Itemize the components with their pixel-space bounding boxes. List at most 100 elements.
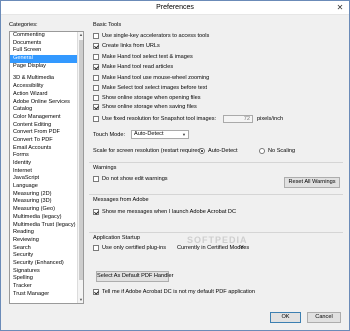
basic-tool-checkbox[interactable] bbox=[93, 85, 99, 91]
category-item[interactable]: Search bbox=[10, 245, 83, 253]
category-item[interactable]: Color Management bbox=[10, 114, 83, 122]
adobe-messages-checkbox[interactable] bbox=[93, 209, 99, 215]
certified-mode-label: Currently in Certified Mode: bbox=[177, 245, 246, 251]
edit-warnings-option[interactable]: Do not show edit warnings bbox=[93, 175, 168, 183]
basic-tool-option[interactable]: Make Select tool select images before te… bbox=[93, 84, 207, 92]
default-app-notice-option[interactable]: Tell me if Adobe Acrobat DC is not my de… bbox=[93, 288, 255, 296]
basic-tool-label: Make Select tool select images before te… bbox=[102, 85, 208, 91]
category-item[interactable]: Internet bbox=[10, 168, 83, 176]
snapshot-unit-label: pixels/inch bbox=[257, 116, 284, 122]
warnings-divider bbox=[89, 162, 343, 163]
category-item[interactable]: Measuring (2D) bbox=[10, 191, 83, 199]
preferences-window: Preferences ✕ Categories: Commenting Docu… bbox=[0, 0, 350, 331]
basic-tool-option[interactable]: Make Hand tool use mouse-wheel zooming bbox=[93, 74, 209, 82]
category-item[interactable]: General bbox=[10, 55, 83, 63]
chevron-down-icon: ▼ bbox=[182, 132, 186, 137]
basic-tool-checkbox[interactable] bbox=[93, 33, 99, 39]
basic-tool-option[interactable]: Make Hand tool select text & images bbox=[93, 53, 193, 61]
category-item[interactable]: Convert To PDF bbox=[10, 137, 83, 145]
category-item[interactable]: Security bbox=[10, 252, 83, 260]
snapshot-resolution-option[interactable]: Use fixed resolution for Snapshot tool i… bbox=[93, 115, 216, 123]
category-item[interactable]: Signatures bbox=[10, 268, 83, 276]
category-item[interactable]: Reading bbox=[10, 229, 83, 237]
adobe-messages-label: Show me messages when I launch Adobe Acr… bbox=[102, 209, 237, 215]
basic-tool-checkbox[interactable] bbox=[93, 64, 99, 70]
touch-mode-select[interactable]: Auto-Detect ▼ bbox=[131, 130, 189, 139]
basic-tool-option[interactable]: Use single-key accelerators to access to… bbox=[93, 32, 209, 40]
snapshot-resolution-checkbox[interactable] bbox=[93, 116, 99, 122]
scale-auto-option[interactable]: Auto-Detect bbox=[199, 147, 238, 155]
adobe-messages-option[interactable]: Show me messages when I launch Adobe Acr… bbox=[93, 208, 236, 216]
snapshot-resolution-input[interactable]: 72 bbox=[223, 115, 253, 123]
category-item[interactable]: Adobe Online Services bbox=[10, 99, 83, 107]
edit-warnings-checkbox[interactable] bbox=[93, 176, 99, 182]
category-item[interactable]: Measuring (3D) bbox=[10, 198, 83, 206]
scale-label: Scale for screen resolution (restart req… bbox=[93, 148, 204, 154]
category-item[interactable]: 3D & Multimedia bbox=[10, 75, 83, 83]
warnings-heading: Warnings bbox=[93, 165, 117, 171]
touch-mode-label: Touch Mode: bbox=[93, 132, 126, 138]
category-item[interactable]: Identity bbox=[10, 160, 83, 168]
basic-tool-option[interactable]: Make Hand tool read articles bbox=[93, 63, 173, 71]
touch-mode-value: Auto-Detect bbox=[134, 131, 164, 137]
cancel-button[interactable]: Cancel bbox=[307, 312, 341, 323]
basic-tool-label: Show online storage when opening files bbox=[102, 95, 201, 101]
categories-scrollbar[interactable]: ▲ ▼ bbox=[77, 32, 83, 303]
scale-auto-radio[interactable] bbox=[199, 148, 205, 154]
basic-tools-heading: Basic Tools bbox=[93, 22, 122, 28]
basic-tool-label: Make Hand tool read articles bbox=[102, 64, 174, 70]
category-item[interactable]: Action Wizard bbox=[10, 91, 83, 99]
close-icon[interactable]: ✕ bbox=[335, 3, 345, 12]
category-item[interactable]: Trust Manager bbox=[10, 291, 83, 299]
basic-tool-label: Use single-key accelerators to access to… bbox=[102, 33, 210, 39]
scrollbar-thumb[interactable] bbox=[79, 40, 83, 280]
category-item[interactable]: Commenting bbox=[10, 32, 83, 40]
startup-heading: Application Startup bbox=[93, 235, 140, 241]
basic-tool-checkbox[interactable] bbox=[93, 43, 99, 49]
default-pdf-handler-button[interactable]: Select As Default PDF Handler bbox=[96, 271, 173, 282]
scale-none-radio[interactable] bbox=[259, 148, 265, 154]
category-item[interactable]: Language bbox=[10, 183, 83, 191]
categories-list[interactable]: Commenting Documents Full Screen General Pag… bbox=[9, 31, 84, 304]
window-title: Preferences bbox=[156, 4, 194, 11]
category-item[interactable]: Security (Enhanced) bbox=[10, 260, 83, 268]
snapshot-resolution-value: 72 bbox=[243, 116, 250, 122]
category-item[interactable]: Content Editing bbox=[10, 122, 83, 130]
title-bar: Preferences ✕ bbox=[1, 1, 349, 15]
basic-tool-checkbox[interactable] bbox=[93, 54, 99, 60]
scroll-down-icon[interactable]: ▼ bbox=[78, 297, 83, 303]
category-item[interactable]: Forms bbox=[10, 152, 83, 160]
scale-none-option[interactable]: No Scaling bbox=[259, 147, 295, 155]
category-item[interactable]: Convert From PDF bbox=[10, 129, 83, 137]
category-item[interactable]: Documents bbox=[10, 40, 83, 48]
certified-plugins-option[interactable]: Use only certified plug-ins bbox=[93, 244, 166, 252]
reset-warnings-button[interactable]: Reset All Warnings bbox=[284, 177, 340, 188]
category-item[interactable]: Multimedia (legacy) bbox=[10, 214, 83, 222]
category-item[interactable]: JavaScript bbox=[10, 175, 83, 183]
category-item[interactable]: Measuring (Geo) bbox=[10, 206, 83, 214]
basic-tool-checkbox[interactable] bbox=[93, 75, 99, 81]
basic-tool-option[interactable]: Create links from URLs bbox=[93, 42, 160, 50]
category-item[interactable]: Email Accounts bbox=[10, 145, 83, 153]
scroll-up-icon[interactable]: ▲ bbox=[78, 32, 83, 38]
basic-tool-checkbox[interactable] bbox=[93, 104, 99, 110]
basic-tool-option[interactable]: Show online storage when saving files bbox=[93, 103, 197, 111]
category-item[interactable]: Page Display bbox=[10, 63, 83, 71]
default-app-notice-checkbox[interactable] bbox=[93, 289, 99, 295]
category-item[interactable]: Reviewing bbox=[10, 237, 83, 245]
ok-button[interactable]: OK bbox=[270, 312, 301, 323]
basic-tool-option[interactable]: Show online storage when opening files bbox=[93, 94, 201, 102]
category-item[interactable]: Multimedia Trust (legacy) bbox=[10, 222, 83, 230]
scale-auto-label: Auto-Detect bbox=[208, 148, 238, 154]
category-item[interactable]: Catalog bbox=[10, 106, 83, 114]
categories-label: Categories: bbox=[9, 22, 38, 28]
category-item[interactable]: Accessibility bbox=[10, 83, 83, 91]
category-item[interactable]: Tracker bbox=[10, 283, 83, 291]
default-app-notice-label: Tell me if Adobe Acrobat DC is not my de… bbox=[102, 289, 255, 295]
certified-plugins-checkbox[interactable] bbox=[93, 245, 99, 251]
watermark: SOFTPEDIA bbox=[187, 235, 248, 245]
category-item[interactable]: Spelling bbox=[10, 275, 83, 283]
basic-tool-label: Create links from URLs bbox=[102, 43, 160, 49]
category-item[interactable]: Full Screen bbox=[10, 47, 83, 55]
basic-tool-checkbox[interactable] bbox=[93, 95, 99, 101]
